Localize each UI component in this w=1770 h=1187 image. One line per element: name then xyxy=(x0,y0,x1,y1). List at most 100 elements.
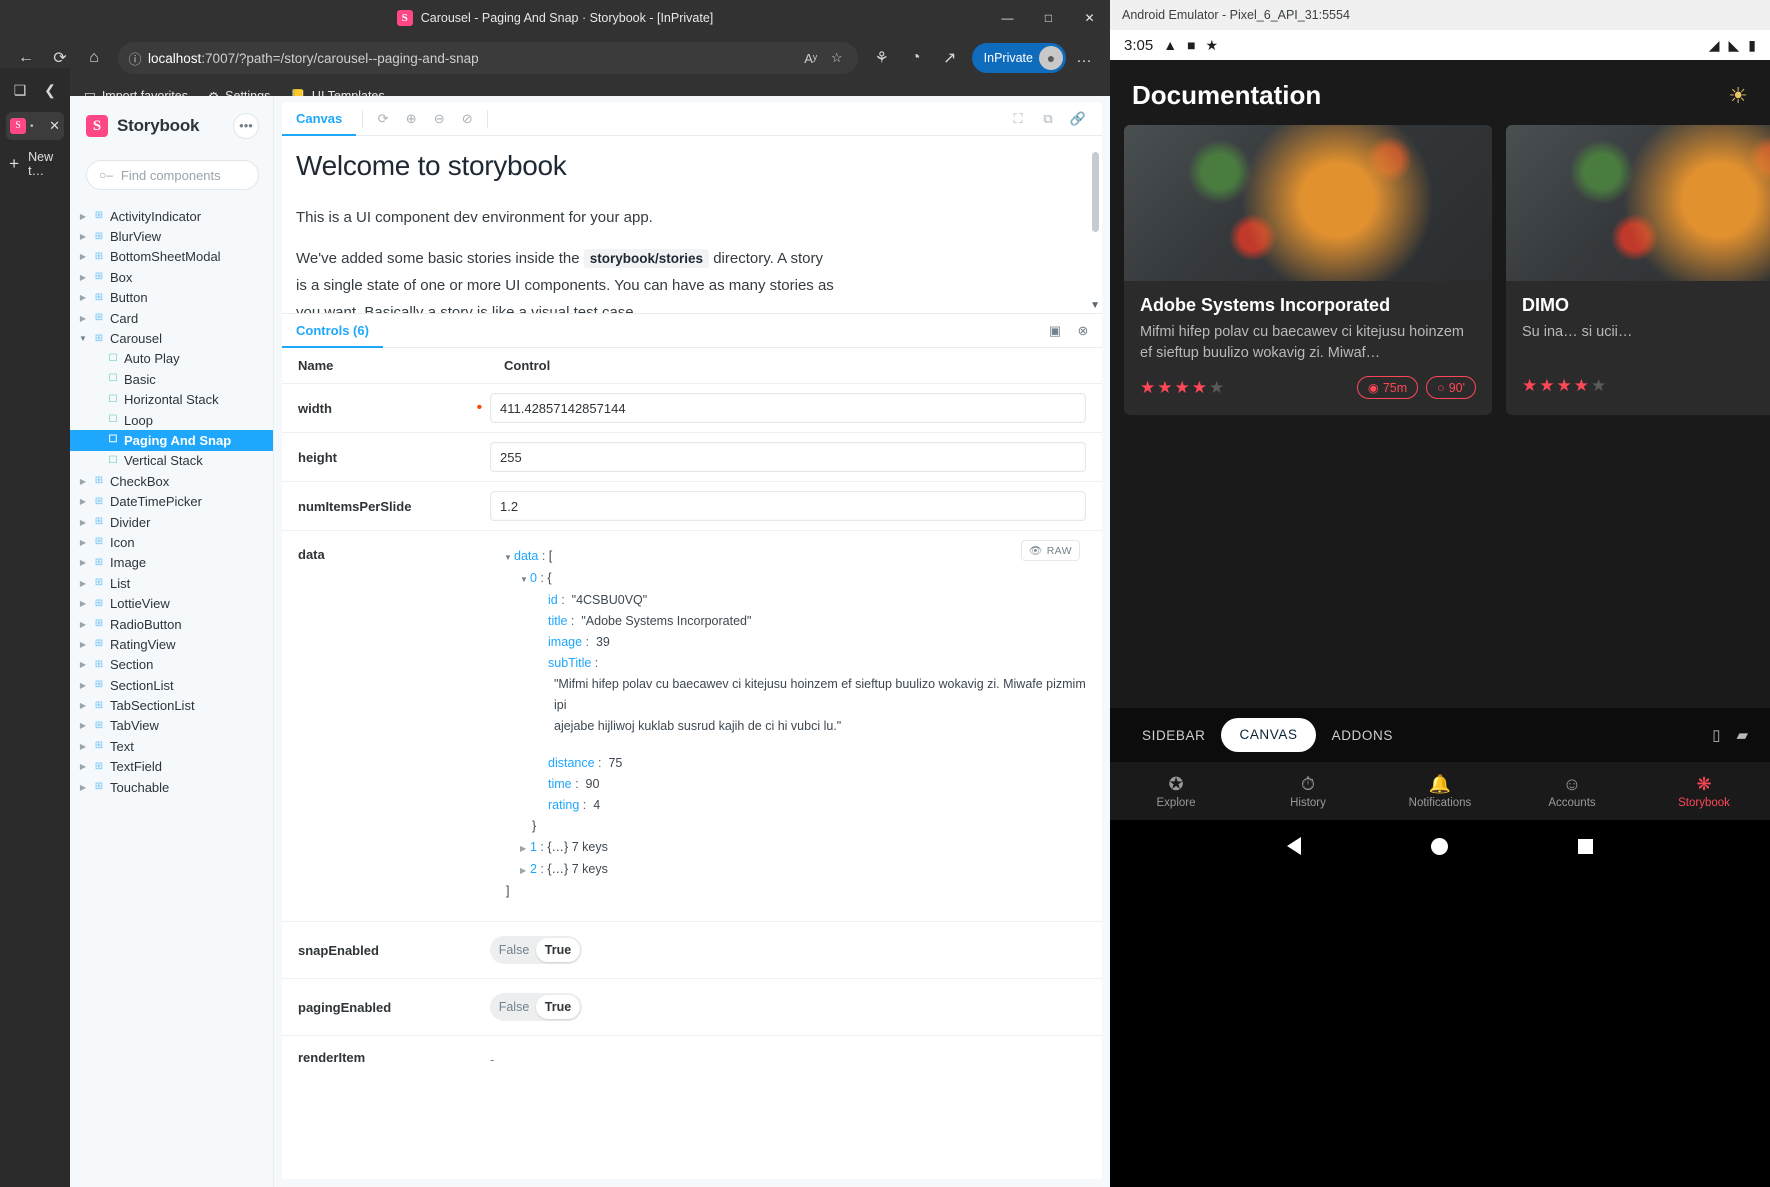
search-input[interactable] xyxy=(120,167,273,183)
chevron-right-icon[interactable]: ▶ xyxy=(76,497,90,506)
panel-layout-icon[interactable]: ▣ xyxy=(1044,320,1066,342)
tree-item-sectionlist[interactable]: ▶ ⊞ SectionList xyxy=(70,675,273,695)
toggle-false-option[interactable]: False xyxy=(492,995,536,1019)
carousel-card[interactable]: DIMO Su ina… si ucii… ★★★★★ xyxy=(1506,125,1770,415)
toggle-true-option[interactable]: True xyxy=(536,938,580,962)
tree-item-text[interactable]: ▶ ⊞ Text xyxy=(70,736,273,756)
close-button[interactable]: ✕ xyxy=(1069,0,1110,36)
tree-item-paging-and-snap[interactable]: ☐ Paging And Snap xyxy=(70,430,273,451)
snapenabled-toggle[interactable]: False True xyxy=(490,936,582,964)
address-bar[interactable]: ⓘ localhost:7007/?path=/story/carousel--… xyxy=(118,42,858,74)
tree-item-section[interactable]: ▶ ⊞ Section xyxy=(70,655,273,675)
width-input[interactable] xyxy=(490,393,1086,423)
chevron-right-icon[interactable]: ▶ xyxy=(76,252,90,261)
chevron-right-icon[interactable]: ▶ xyxy=(76,762,90,771)
tree-item-tabview[interactable]: ▶ ⊞ TabView xyxy=(70,716,273,736)
height-input[interactable] xyxy=(490,442,1086,472)
tree-item-blurview[interactable]: ▶ ⊞ BlurView xyxy=(70,226,273,246)
zoom-out-icon[interactable]: ⊖ xyxy=(425,105,453,133)
emu-tab-canvas[interactable]: CANVAS xyxy=(1221,718,1316,752)
tree-item-list[interactable]: ▶ ⊞ List xyxy=(70,573,273,593)
chevron-right-icon[interactable]: ▶ xyxy=(76,232,90,241)
toggle-true-option[interactable]: True xyxy=(536,995,580,1019)
home-icon[interactable]: ⌂ xyxy=(78,42,110,74)
close-panel-icon[interactable]: ⊗ xyxy=(1072,320,1094,342)
back-triangle-icon[interactable] xyxy=(1287,837,1301,855)
copy-link-icon[interactable]: 🔗 xyxy=(1064,105,1092,133)
tab-notifications[interactable]: 🔔 Notifications xyxy=(1374,774,1506,809)
chevron-right-icon[interactable]: ▶ xyxy=(76,660,90,669)
chevron-right-icon[interactable]: ▶ xyxy=(76,742,90,751)
desktop-icon[interactable]: ▰ xyxy=(1736,726,1748,744)
chevron-right-icon[interactable]: ▶ xyxy=(76,721,90,730)
numitemsperslide-input[interactable] xyxy=(490,491,1086,521)
collapse-arrow-icon[interactable]: ▼ xyxy=(520,569,530,590)
carousel-card[interactable]: Adobe Systems Incorporated Mifmi hifep p… xyxy=(1124,125,1492,415)
zoom-reset-icon[interactable]: ⊘ xyxy=(453,105,481,133)
tree-item-horizontal-stack[interactable]: ☐ Horizontal Stack xyxy=(70,390,273,410)
chevron-right-icon[interactable]: ▶ xyxy=(76,538,90,547)
tab-controls[interactable]: Controls (6) xyxy=(282,314,383,348)
chevron-right-icon[interactable]: ▶ xyxy=(76,783,90,792)
site-info-icon[interactable]: ⓘ xyxy=(122,45,148,71)
chevron-right-icon[interactable]: ▶ xyxy=(76,558,90,567)
toggle-false-option[interactable]: False xyxy=(492,938,536,962)
tree-item-lottieview[interactable]: ▶ ⊞ LottieView xyxy=(70,593,273,613)
collapse-arrow-icon[interactable]: ▼ xyxy=(504,547,514,568)
tree-item-ratingview[interactable]: ▶ ⊞ RatingView xyxy=(70,634,273,654)
chevron-right-icon[interactable]: ▶ xyxy=(76,640,90,649)
carousel[interactable]: Adobe Systems Incorporated Mifmi hifep p… xyxy=(1110,125,1770,415)
tree-item-checkbox[interactable]: ▶ ⊞ CheckBox xyxy=(70,471,273,491)
expand-arrow-icon[interactable]: ▶ xyxy=(520,838,530,859)
tree-item-touchable[interactable]: ▶ ⊞ Touchable xyxy=(70,777,273,797)
maximize-button[interactable]: □ xyxy=(1028,0,1069,36)
storybook-brand[interactable]: S Storybook ••• xyxy=(70,110,273,142)
tab-storybook[interactable]: ❋ Storybook xyxy=(1638,774,1770,809)
sidebar-menu-button[interactable]: ••• xyxy=(233,113,259,139)
chevron-right-icon[interactable]: ▶ xyxy=(76,620,90,629)
tree-item-vertical-stack[interactable]: ☐ Vertical Stack xyxy=(70,451,273,471)
favorite-star-icon[interactable]: ☆ xyxy=(824,45,850,71)
new-tab-button[interactable]: + New t… xyxy=(6,150,64,178)
tree-item-datetimepicker[interactable]: ▶ ⊞ DateTimePicker xyxy=(70,491,273,511)
theme-toggle-icon[interactable]: ☀ xyxy=(1728,83,1748,109)
json-item0-line[interactable]: ▼ 0 : { xyxy=(492,568,1086,590)
tree-item-radiobutton[interactable]: ▶ ⊞ RadioButton xyxy=(70,614,273,634)
tree-item-box[interactable]: ▶ ⊞ Box xyxy=(70,267,273,287)
json-root-line[interactable]: ▼ data : [ xyxy=(492,546,1086,568)
chevron-right-icon[interactable]: ▶ xyxy=(76,579,90,588)
open-new-tab-icon[interactable]: ⧉ xyxy=(1034,105,1062,133)
minimize-button[interactable]: — xyxy=(987,0,1028,36)
tree-item-image[interactable]: ▶ ⊞ Image xyxy=(70,553,273,573)
expand-arrow-icon[interactable]: ▶ xyxy=(520,860,530,881)
browser-tab-storybook[interactable]: S • ✕ xyxy=(6,112,64,140)
read-aloud-icon[interactable]: Aʸ xyxy=(798,45,824,71)
tree-item-activityindicator[interactable]: ▶ ⊞ ActivityIndicator xyxy=(70,206,273,226)
tab-history[interactable]: ⏱ History xyxy=(1242,774,1374,809)
chevron-right-icon[interactable]: ▶ xyxy=(76,701,90,710)
fullscreen-icon[interactable]: ⛶ xyxy=(1004,105,1032,133)
chevron-down-icon[interactable]: ▼ xyxy=(1090,300,1100,311)
tree-item-divider[interactable]: ▶ ⊞ Divider xyxy=(70,512,273,532)
find-components-search[interactable]: ○– / xyxy=(86,160,273,190)
tree-item-loop[interactable]: ☐ Loop xyxy=(70,410,273,430)
chevron-right-icon[interactable]: ▶ xyxy=(76,599,90,608)
chevron-right-icon[interactable]: ▶ xyxy=(76,273,90,282)
inprivate-profile-button[interactable]: InPrivate ● xyxy=(971,43,1066,73)
chevron-right-icon[interactable]: ▶ xyxy=(76,477,90,486)
chevron-right-icon[interactable]: ▶ xyxy=(76,212,90,221)
emu-tab-sidebar[interactable]: SIDEBAR xyxy=(1132,728,1215,743)
home-circle-icon[interactable] xyxy=(1431,837,1448,855)
chevron-left-icon[interactable]: ❮ xyxy=(36,76,64,104)
chevron-right-icon[interactable]: ▶ xyxy=(76,293,90,302)
pagingenabled-toggle[interactable]: False True xyxy=(490,993,582,1021)
tab-accounts[interactable]: ☺ Accounts xyxy=(1506,774,1638,809)
emu-tab-addons[interactable]: ADDONS xyxy=(1322,728,1403,743)
preview-scrollbar[interactable] xyxy=(1092,152,1099,232)
tree-item-bottomsheetmodal[interactable]: ▶ ⊞ BottomSheetModal xyxy=(70,247,273,267)
share-icon[interactable]: ↗ xyxy=(934,42,966,74)
collections-icon[interactable]: ⚘ xyxy=(866,42,898,74)
raw-toggle-button[interactable]: 👁 RAW xyxy=(1020,540,1080,561)
tree-item-tabsectionlist[interactable]: ▶ ⊞ TabSectionList xyxy=(70,695,273,715)
tree-item-icon[interactable]: ▶ ⊞ Icon xyxy=(70,532,273,552)
